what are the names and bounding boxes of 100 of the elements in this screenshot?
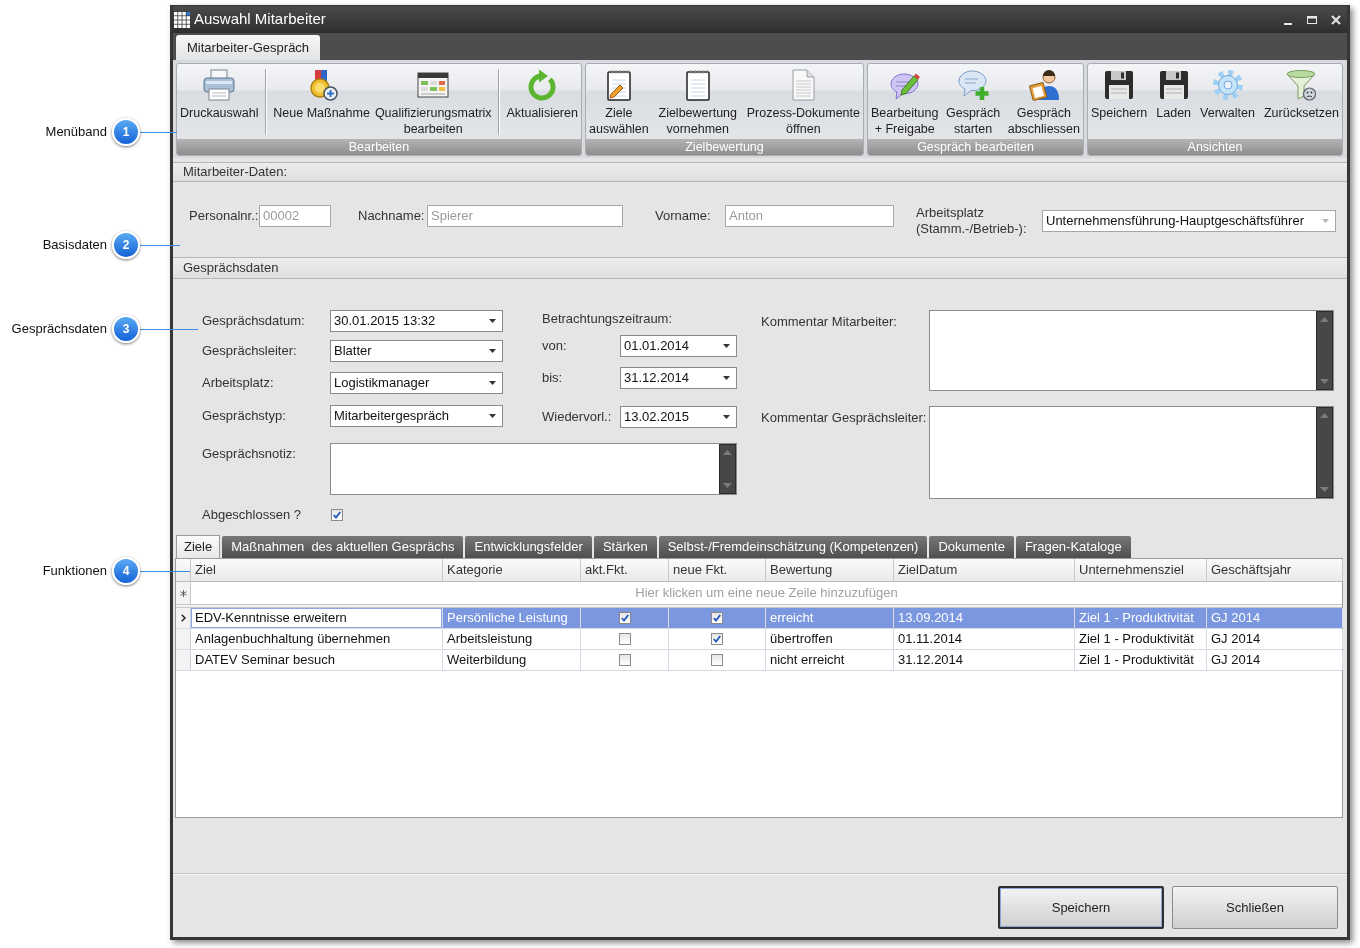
tab[interactable]: Stärken (593, 536, 657, 558)
checkmark-icon (333, 511, 341, 519)
field-label: von: (542, 337, 568, 356)
table-cell: 31.12.2014 (894, 650, 1075, 670)
checkmark-icon (713, 614, 721, 622)
column-header[interactable]: neue Fkt. (669, 559, 766, 581)
ribbon-button[interactable]: Ziele auswählen (588, 64, 650, 139)
tab[interactable]: Maßnahmen des aktuellen Gesprächs (222, 536, 464, 558)
printer-icon (203, 69, 236, 101)
scroll-up-icon[interactable] (1320, 317, 1329, 322)
checkmark-icon (713, 635, 721, 643)
ribbon-button[interactable]: Verwalten (1199, 64, 1256, 139)
table-cell: GJ 2014 (1207, 650, 1343, 670)
caret-down-icon (489, 349, 496, 353)
table-row[interactable]: EDV-Kenntnisse erweitern Persönliche Leistung erreicht 13.09.2014 Ziel 1 - Produktivität GJ 2014 (176, 608, 1342, 629)
section-header: Mitarbeiter-Daten: (173, 162, 1347, 182)
dropdown[interactable]: 30.01.2015 13:32 (330, 310, 503, 332)
callout-label: Funktionen (41, 562, 107, 581)
ribbon-button[interactable]: Druckauswahl (179, 64, 260, 139)
scrollbar[interactable] (719, 444, 736, 494)
scroll-down-icon[interactable] (1320, 379, 1329, 384)
column-header[interactable]: ZielDatum (894, 559, 1075, 581)
checkbox[interactable] (711, 633, 723, 645)
tab[interactable]: Dokumente (929, 536, 1014, 558)
ribbon-button[interactable]: Zielbewertung vornehmen (657, 64, 738, 139)
scroll-down-icon[interactable] (1320, 487, 1329, 492)
maximize-button[interactable] (1307, 14, 1317, 25)
window-title: Auswahl Mitarbeiter (194, 9, 326, 30)
number-badge: 2 (112, 231, 140, 259)
field-label: Gesprächstyp: (202, 407, 287, 426)
checkbox[interactable] (711, 612, 723, 624)
caret-down-icon (489, 319, 496, 323)
dropdown[interactable]: Mitarbeitergespräch (330, 405, 503, 427)
table-cell: erreicht (766, 608, 894, 628)
ribbon-button[interactable]: Gespräch abschliessen (1006, 64, 1081, 139)
person-clipboard-icon (1027, 69, 1060, 101)
column-header[interactable]: Geschäftsjahr (1207, 559, 1343, 581)
dropdown[interactable]: Logistikmanager (330, 372, 503, 394)
dropdown[interactable]: Unternehmensführung-Hauptgeschäftsführer (1042, 210, 1336, 232)
ribbon-button[interactable]: Qualifizierungsmatrix bearbeiten (373, 64, 493, 139)
scroll-up-icon[interactable] (723, 450, 732, 455)
number-badge: 1 (112, 118, 140, 146)
callout-line (140, 328, 198, 330)
spreadsheet-icon (417, 69, 450, 101)
ribbon-button[interactable]: Prozess-Dokumente öffnen (745, 64, 861, 139)
ribbon-button[interactable]: Bearbeitung + Freigabe (870, 64, 940, 139)
close-icon (1331, 14, 1341, 25)
text-area[interactable] (330, 443, 737, 495)
table-cell: Arbeitsleistung (443, 629, 581, 649)
column-header[interactable]: Ziel (191, 559, 443, 581)
field-label: Kommentar Mitarbeiter: (761, 313, 898, 331)
callout-line (140, 244, 180, 246)
column-header[interactable]: Unternehmensziel (1075, 559, 1207, 581)
tab[interactable]: Fragen-Kataloge (1015, 536, 1131, 558)
ribbon-button[interactable]: Gespräch starten (944, 64, 1002, 139)
ribbon-button[interactable]: Laden (1155, 64, 1193, 139)
checkbox[interactable] (618, 633, 631, 645)
table-cell: Persönliche Leistung (443, 608, 581, 628)
ribbon-button[interactable]: Zurücksetzen (1262, 64, 1340, 139)
ribbon-button[interactable]: Neue Maßnahme (272, 64, 371, 139)
scrollbar[interactable] (1316, 407, 1333, 498)
tab[interactable]: Entwicklungsfelder (465, 536, 592, 558)
checkbox[interactable] (331, 509, 343, 521)
ribbon-tab[interactable]: Mitarbeiter-Gespräch (176, 35, 321, 60)
scroll-down-icon[interactable] (723, 483, 732, 488)
table-cell: nicht erreicht (766, 650, 894, 670)
table-cell: Ziel 1 - Produktivität (1075, 608, 1207, 628)
dropdown[interactable]: Blatter (330, 340, 503, 362)
footer-button[interactable]: Schließen (1172, 886, 1338, 929)
section-header: Gesprächsdaten (173, 257, 1347, 279)
group-title: Bearbeiten (177, 139, 581, 155)
footer-button[interactable]: Speichern (998, 886, 1164, 929)
field-label: Wiedervorl.: (542, 408, 613, 427)
text-area[interactable] (929, 406, 1334, 499)
checkbox[interactable] (618, 654, 631, 666)
checkbox[interactable] (618, 612, 631, 624)
field-label: Arbeitsplatz: (202, 374, 275, 393)
field-label: Personalnr.: (189, 208, 259, 224)
table-cell: Weiterbildung (443, 650, 581, 670)
dropdown[interactable]: 13.02.2015 (620, 406, 737, 428)
field-label: bis: (542, 369, 564, 388)
tab[interactable]: Selbst-/Fremdeinschätzung (Kompetenzen) (658, 536, 928, 558)
column-header[interactable]: Bewertung (766, 559, 894, 581)
ribbon-button[interactable]: Aktualisieren (505, 64, 579, 139)
speech-bubble-plus-icon (957, 69, 990, 101)
scroll-up-icon[interactable] (1320, 413, 1329, 418)
table-row[interactable]: DATEV Seminar besuch Weiterbildung nicht erreicht 31.12.2014 Ziel 1 - Produktivität GJ 2014 (176, 650, 1342, 671)
caret-down-icon (489, 381, 496, 385)
caret-down-icon (723, 344, 730, 348)
table-cell: übertroffen (766, 629, 894, 649)
column-header[interactable]: Kategorie (443, 559, 581, 581)
scrollbar[interactable] (1316, 311, 1333, 390)
checkbox[interactable] (711, 654, 723, 666)
close-button[interactable] (1331, 14, 1341, 25)
dropdown[interactable]: 01.01.2014 (620, 335, 737, 357)
tab[interactable]: Ziele (176, 535, 221, 558)
ribbon-button[interactable]: Speichern (1090, 64, 1149, 139)
text-area[interactable] (929, 310, 1334, 391)
column-header[interactable]: akt.Fkt. (581, 559, 669, 581)
dropdown[interactable]: 31.12.2014 (620, 367, 737, 389)
